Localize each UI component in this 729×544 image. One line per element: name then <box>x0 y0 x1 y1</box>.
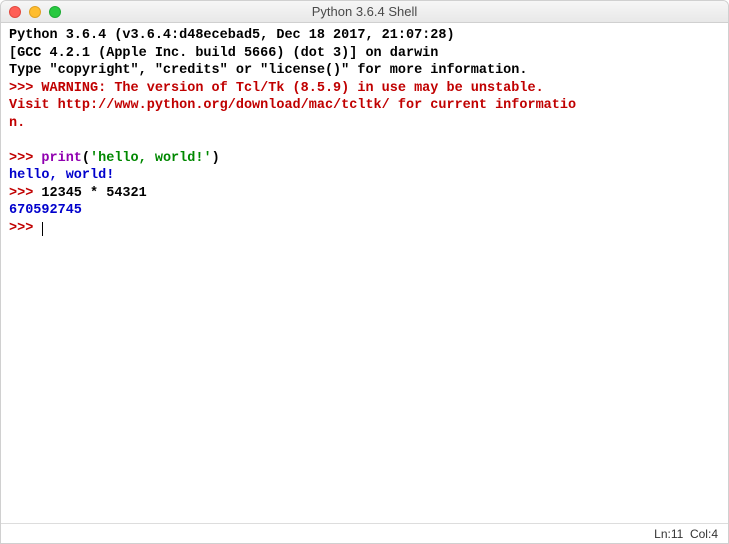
code-paren: ( <box>82 151 90 166</box>
text-cursor <box>42 222 43 236</box>
line-number: 11 <box>671 527 683 541</box>
prompt: >>> <box>9 151 41 166</box>
warning-text: Visit http://www.python.org/download/mac… <box>9 98 576 113</box>
shell-output[interactable]: Python 3.6.4 (v3.6.4:d48ecebad5, Dec 18 … <box>1 23 728 523</box>
header-line: Type "copyright", "credits" or "license(… <box>9 63 527 78</box>
code-expr: 12345 * 54321 <box>41 186 146 201</box>
prompt: >>> <box>9 186 41 201</box>
output-line: 670592745 <box>9 203 82 218</box>
line-label: Ln: <box>654 527 671 541</box>
prompt: >>> <box>9 221 41 236</box>
window-titlebar: Python 3.6.4 Shell <box>1 1 728 23</box>
status-bar: Ln: 11 Col: 4 <box>1 523 728 543</box>
traffic-lights <box>1 6 61 18</box>
warning-text: WARNING: The version of Tcl/Tk (8.5.9) i… <box>41 81 543 96</box>
header-line: [GCC 4.2.1 (Apple Inc. build 5666) (dot … <box>9 46 438 61</box>
col-label: Col: <box>690 527 711 541</box>
prompt: >>> <box>9 81 41 96</box>
minimize-icon[interactable] <box>29 6 41 18</box>
header-line: Python 3.6.4 (v3.6.4:d48ecebad5, Dec 18 … <box>9 28 463 43</box>
code-paren: ) <box>212 151 220 166</box>
window-title: Python 3.6.4 Shell <box>1 4 728 19</box>
maximize-icon[interactable] <box>49 6 61 18</box>
col-number: 4 <box>711 527 718 541</box>
output-line: hello, world! <box>9 168 114 183</box>
code-string: 'hello, world!' <box>90 151 212 166</box>
code-func: print <box>41 151 82 166</box>
warning-text: n. <box>9 116 25 131</box>
close-icon[interactable] <box>9 6 21 18</box>
